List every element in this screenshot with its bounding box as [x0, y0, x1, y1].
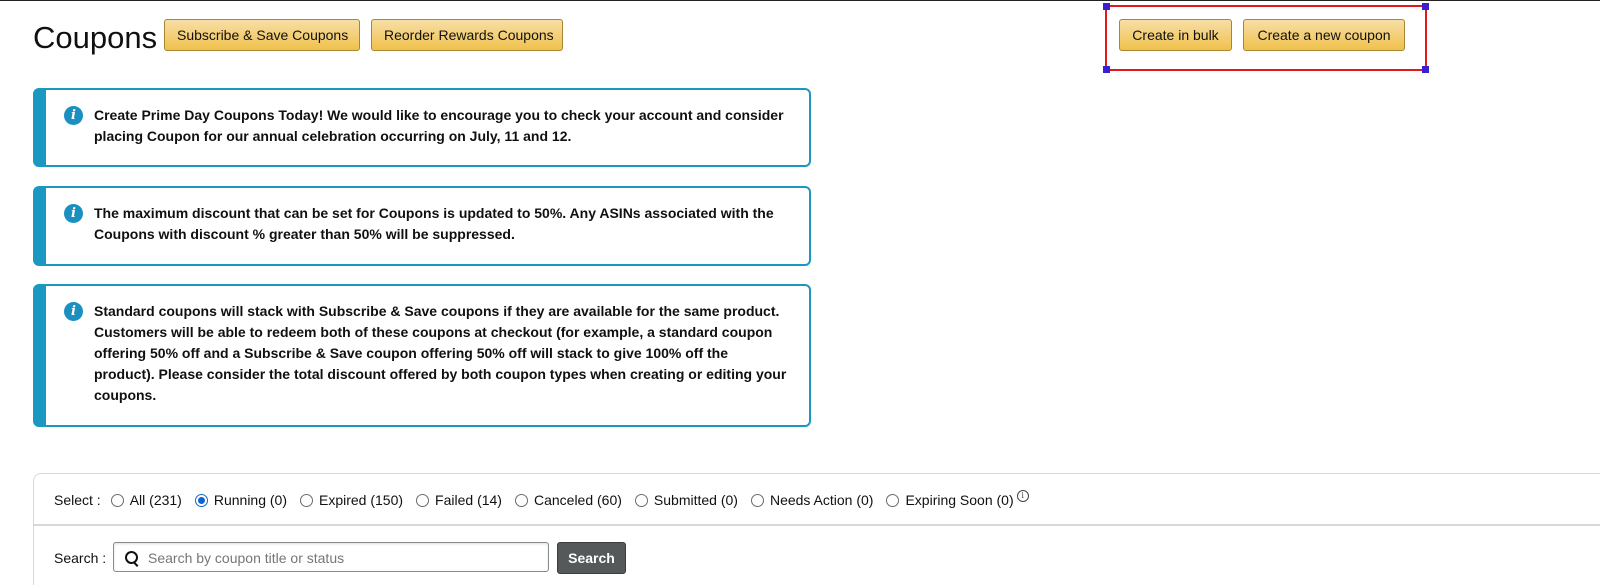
resize-handle[interactable]: [1103, 3, 1110, 10]
reorder-rewards-coupons-button[interactable]: Reorder Rewards Coupons: [371, 19, 563, 51]
info-icon: i: [64, 204, 83, 223]
resize-handle[interactable]: [1422, 3, 1429, 10]
radio-button[interactable]: [750, 493, 764, 507]
status-filter-panel: Select : All (231) Running (0) Expired (…: [33, 473, 1600, 525]
search-button[interactable]: Search: [557, 542, 626, 574]
status-filter-row: Select : All (231) Running (0) Expired (…: [54, 474, 1042, 526]
radio-button[interactable]: [110, 493, 124, 507]
alert-text: Standard coupons will stack with Subscri…: [94, 303, 787, 403]
create-new-coupon-button[interactable]: Create a new coupon: [1243, 19, 1405, 51]
search-panel: Search : Search: [33, 525, 1600, 585]
info-icon[interactable]: i: [1016, 490, 1029, 502]
filter-option-needs-action[interactable]: Needs Action (0): [750, 492, 874, 508]
search-label: Search :: [54, 550, 107, 566]
radio-button[interactable]: [300, 493, 313, 507]
info-icon: i: [64, 106, 83, 125]
radio-button[interactable]: [886, 493, 900, 507]
filter-option-label: Expired (150): [319, 492, 404, 508]
filter-option-label: Expiring Soon (0): [905, 492, 1014, 508]
filter-option-submitted[interactable]: Submitted (0): [634, 492, 738, 508]
filter-option-running[interactable]: Running (0): [194, 492, 287, 508]
alert-text: The maximum discount that can be set for…: [94, 205, 774, 242]
filter-option-canceled[interactable]: Canceled (60): [514, 492, 622, 508]
filter-option-expired[interactable]: Expired (150): [300, 492, 403, 508]
filter-option-label: Needs Action (0): [769, 492, 874, 508]
filter-option-expiring-soon[interactable]: Expiring Soon (0) i: [886, 490, 1029, 508]
radio-button-selected[interactable]: [194, 493, 208, 507]
filter-option-label: Running (0): [213, 492, 287, 508]
search-box[interactable]: [113, 542, 549, 572]
filter-label: Select :: [54, 492, 101, 508]
search-icon: [125, 551, 138, 564]
alert-coupon-stacking: i Standard coupons will stack with Subsc…: [33, 284, 811, 427]
page-title: Coupons: [33, 20, 158, 55]
filter-option-all[interactable]: All (231): [110, 492, 182, 508]
resize-handle[interactable]: [1422, 66, 1429, 73]
resize-handle[interactable]: [1103, 66, 1110, 73]
filter-option-label: Failed (14): [435, 492, 502, 508]
info-icon: i: [64, 302, 83, 321]
alert-prime-day: i Create Prime Day Coupons Today! We wou…: [33, 88, 811, 167]
create-in-bulk-button[interactable]: Create in bulk: [1119, 19, 1232, 51]
alert-max-discount: i The maximum discount that can be set f…: [33, 186, 811, 266]
alert-text: Create Prime Day Coupons Today! We would…: [94, 107, 784, 144]
filter-option-label: Canceled (60): [533, 492, 622, 508]
radio-button[interactable]: [634, 493, 648, 507]
subscribe-save-coupons-button[interactable]: Subscribe & Save Coupons: [164, 19, 360, 51]
radio-button[interactable]: [514, 493, 528, 507]
filter-option-label: All (231): [129, 492, 182, 508]
search-input[interactable]: [146, 547, 540, 569]
radio-button[interactable]: [416, 493, 430, 507]
filter-option-label: Submitted (0): [653, 492, 738, 508]
filter-option-failed[interactable]: Failed (14): [416, 492, 502, 508]
